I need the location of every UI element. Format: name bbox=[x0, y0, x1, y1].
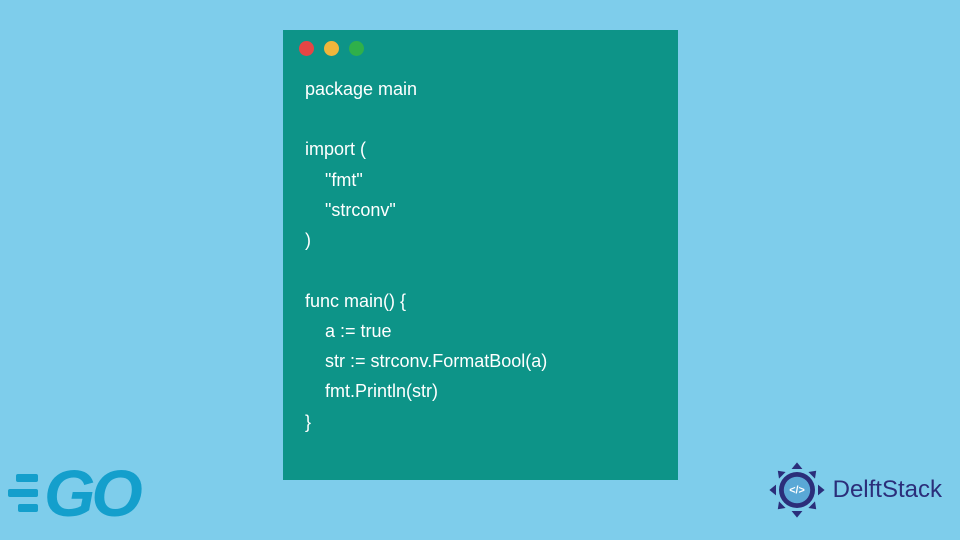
go-logo: GO bbox=[8, 460, 139, 526]
delftstack-logo-text: DelftStack bbox=[833, 476, 942, 504]
close-dot-icon bbox=[299, 41, 314, 56]
minimize-dot-icon bbox=[324, 41, 339, 56]
delftstack-gear-icon: </> bbox=[767, 460, 827, 520]
delftstack-logo: </> DelftStack bbox=[767, 460, 942, 520]
go-speed-lines-icon bbox=[8, 474, 38, 512]
code-window: package main import ( "fmt" "strconv" ) … bbox=[283, 30, 678, 480]
maximize-dot-icon bbox=[349, 41, 364, 56]
code-body: package main import ( "fmt" "strconv" ) … bbox=[283, 66, 678, 451]
go-logo-text: GO bbox=[44, 460, 139, 526]
window-titlebar bbox=[283, 30, 678, 66]
code-glyph-icon: </> bbox=[789, 485, 805, 497]
